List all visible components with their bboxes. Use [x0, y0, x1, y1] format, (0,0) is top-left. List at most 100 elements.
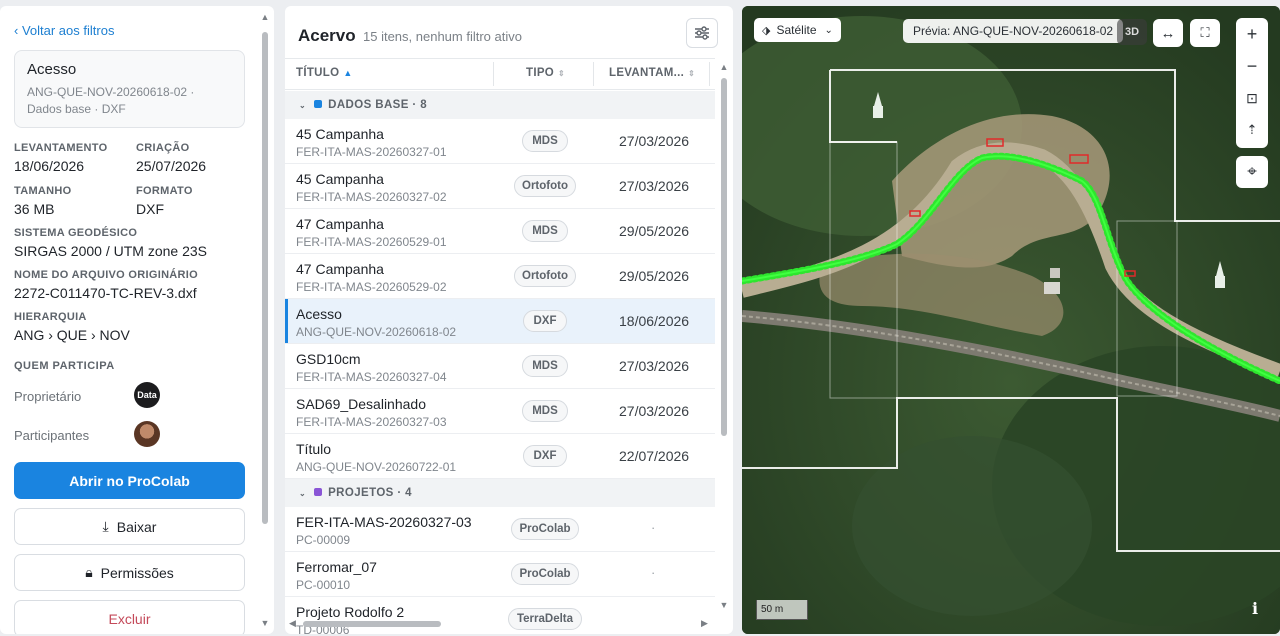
participant-avatar[interactable] — [134, 421, 160, 447]
sort-asc-icon: ▲ — [343, 68, 353, 78]
column-survey-label: LEVANTAM... — [609, 67, 685, 79]
minus-icon: − — [1246, 55, 1258, 76]
field-sistema-geodesico: SISTEMA GEODÉSICO SIRGAS 2000 / UTM zone… — [14, 227, 207, 259]
table-row[interactable]: 47 Campanha FER-ITA-MAS-20260529-01 MDS 29/… — [285, 209, 715, 254]
field-label: SISTEMA GEODÉSICO — [14, 227, 138, 239]
list-scrollbar[interactable]: ▲ ▼ — [719, 62, 729, 614]
scroll-right-arrow[interactable]: ▶ — [701, 618, 708, 629]
map-view[interactable]: ⬗ Satélite ⌄ Prévia: ANG-QUE-NOV-2026061… — [742, 6, 1280, 634]
field-criacao: CRIAÇÃO 25/07/2026 — [136, 142, 206, 174]
fullscreen-button[interactable]: ⛶ — [1190, 19, 1220, 47]
table-row[interactable]: 45 Campanha FER-ITA-MAS-20260327-02 Ortofo… — [285, 164, 715, 209]
layer-label: Satélite — [776, 23, 817, 37]
compass-button[interactable]: ⇡ — [1236, 114, 1268, 146]
field-value: 25/07/2026 — [136, 158, 207, 174]
table-row[interactable]: Título ANG-QUE-NOV-20260722-01 DXF 22/07/20… — [285, 434, 715, 479]
table-row[interactable]: FER-ITA-MAS-20260327-03 PC-00009 ProColab · — [285, 507, 715, 552]
collection-title: Acervo — [298, 26, 356, 45]
table-row[interactable]: GSD10cm FER-ITA-MAS-20260327-04 MDS 27/03/2… — [285, 344, 715, 389]
locate-me-button[interactable]: ⌖ — [1236, 156, 1268, 188]
table-row[interactable]: Ferromar_07 PC-00010 ProColab · — [285, 552, 715, 597]
scrollbar-thumb[interactable] — [721, 78, 727, 436]
type-badge: Ortofoto — [514, 265, 576, 287]
column-divider[interactable] — [709, 62, 710, 86]
group-header[interactable]: ⌄ PROJETOS · 4 — [285, 479, 715, 507]
fit-extent-button[interactable]: ⊡ — [1236, 82, 1268, 114]
item-code: ANG-QUE-NOV-20260618-02 · — [27, 85, 195, 99]
scroll-up-arrow[interactable]: ▲ — [719, 62, 729, 72]
table-row[interactable]: 47 Campanha FER-ITA-MAS-20260529-02 Ortofo… — [285, 254, 715, 299]
table-row[interactable]: 45 Campanha FER-ITA-MAS-20260327-01 MDS 27/… — [285, 119, 715, 164]
item-title: Acesso — [27, 61, 77, 78]
participants-label: Participantes — [14, 428, 90, 443]
group-label: ⌄ DADOS BASE · 8 — [299, 99, 427, 111]
delete-button[interactable]: Excluir — [14, 600, 245, 634]
owner-label: Proprietário — [14, 389, 82, 404]
row-code: ANG-QUE-NOV-20260722-01 — [296, 460, 457, 474]
preview-label: Prévia: ANG-QUE-NOV-20260618-02 — [903, 19, 1124, 43]
toggle-3d-button[interactable]: 3D — [1117, 19, 1147, 45]
scrollbar-thumb[interactable] — [262, 32, 268, 524]
item-summary-card: Acesso ANG-QUE-NOV-20260618-02 · Dados b… — [14, 50, 245, 128]
filter-settings-button[interactable] — [686, 18, 718, 48]
field-value: ANG › QUE › NOV — [14, 327, 130, 343]
collection-panel: Acervo 15 itens, nenhum filtro ativo TÍT… — [285, 6, 733, 634]
field-label: FORMATO — [136, 185, 193, 197]
column-type-label: TIPO — [526, 67, 555, 79]
column-title-header[interactable]: TÍTULO ▲ — [296, 67, 353, 79]
list-horizontal-scrollbar[interactable]: ◀ ▶ — [285, 618, 715, 632]
row-date: 29/05/2026 — [619, 223, 690, 239]
open-in-procolab-button[interactable]: Abrir no ProColab — [14, 462, 245, 499]
row-date: 29/05/2026 — [619, 268, 690, 284]
table-row[interactable]: Acesso ANG-QUE-NOV-20260618-02 DXF 18/06/20… — [285, 299, 715, 344]
sort-icon: ⇕ — [558, 69, 566, 78]
scrollbar-thumb[interactable] — [303, 621, 441, 627]
type-badge: MDS — [522, 400, 568, 422]
delete-label: Excluir — [108, 610, 151, 627]
table-header: TÍTULO ▲ TIPO ⇕ LEVANTAM... ⇕ — [285, 58, 715, 90]
row-date: 27/03/2026 — [619, 133, 690, 149]
permissions-button[interactable]: 🔒︎ Permissões — [14, 554, 245, 591]
row-date: · — [651, 520, 656, 535]
table-row[interactable]: SAD69_Desalinhado FER-ITA-MAS-20260327-03… — [285, 389, 715, 434]
column-survey-header[interactable]: LEVANTAM... ⇕ — [609, 67, 695, 79]
column-title-label: TÍTULO — [296, 67, 340, 79]
scroll-down-arrow[interactable]: ▼ — [260, 618, 270, 628]
scroll-down-arrow[interactable]: ▼ — [719, 600, 729, 610]
row-title: Ferromar_07 — [296, 559, 377, 575]
column-type-header[interactable]: TIPO ⇕ — [526, 67, 565, 79]
column-divider[interactable] — [493, 62, 494, 86]
row-date: 22/07/2026 — [619, 448, 690, 464]
column-divider[interactable] — [593, 62, 594, 86]
group-label: ⌄ PROJETOS · 4 — [299, 487, 412, 499]
row-code: ANG-QUE-NOV-20260618-02 — [296, 325, 457, 339]
details-scrollbar[interactable]: ▲ ▼ — [260, 10, 270, 630]
type-badge: Ortofoto — [514, 175, 576, 197]
download-button[interactable]: ⤓ Baixar — [14, 508, 245, 545]
field-label: HIERARQUIA — [14, 311, 87, 323]
row-code: FER-ITA-MAS-20260327-04 — [296, 370, 447, 384]
owner-avatar[interactable]: Data — [134, 382, 160, 408]
type-badge: ProColab — [511, 518, 579, 540]
field-label: NOME DO ARQUIVO ORIGINÁRIO — [14, 269, 199, 281]
swap-horizontal-icon: ↔ — [1160, 24, 1176, 42]
download-icon: ⤓ — [102, 518, 109, 534]
group-header[interactable]: ⌄ DADOS BASE · 8 — [285, 91, 715, 119]
row-title: SAD69_Desalinhado — [296, 396, 426, 412]
zoom-out-button[interactable]: − — [1236, 50, 1268, 82]
compare-swap-button[interactable]: ↔ — [1153, 19, 1183, 47]
fit-bounds-icon: ⊡ — [1246, 89, 1258, 106]
group-color-swatch — [314, 100, 323, 108]
scroll-up-arrow[interactable]: ▲ — [260, 12, 270, 22]
scroll-left-arrow[interactable]: ◀ — [289, 618, 296, 629]
back-to-filters-link[interactable]: ‹ Voltar aos filtros — [14, 23, 114, 38]
row-title: Acesso — [296, 306, 342, 322]
layer-selector[interactable]: ⬗ Satélite ⌄ — [754, 18, 841, 42]
row-title: 47 Campanha — [296, 216, 384, 232]
zoom-in-button[interactable]: + — [1236, 18, 1268, 50]
row-title: 47 Campanha — [296, 261, 384, 277]
info-button[interactable]: i — [1248, 598, 1262, 618]
sliders-icon — [695, 26, 709, 40]
lock-icon: 🔒︎ — [85, 564, 93, 580]
type-badge: ProColab — [511, 563, 579, 585]
